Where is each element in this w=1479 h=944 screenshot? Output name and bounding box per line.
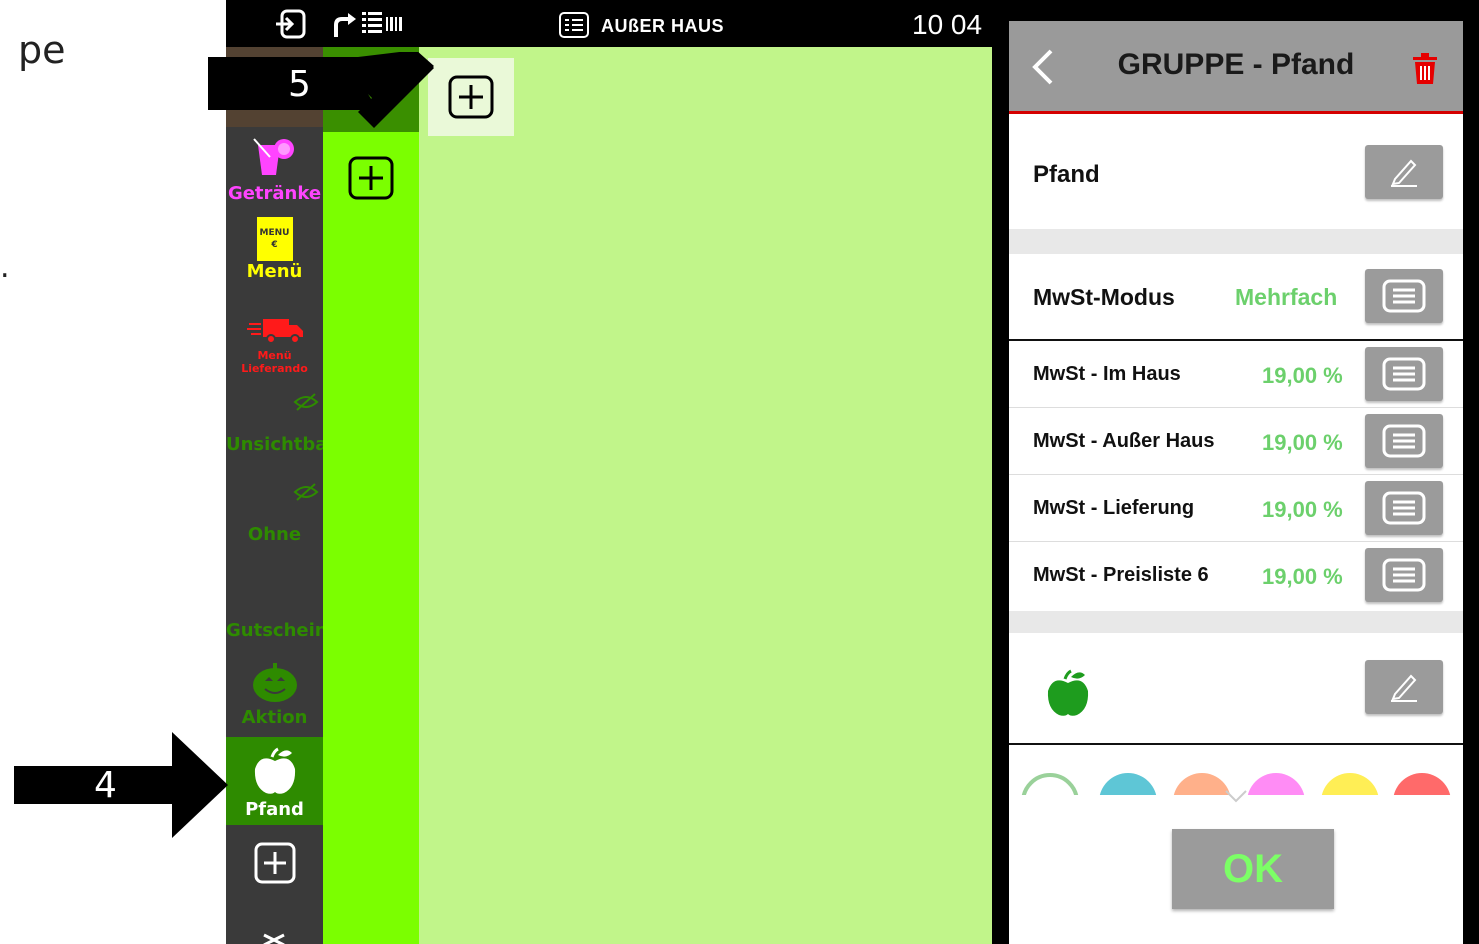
top-bar: AUßER HAUS 10 04	[226, 0, 992, 47]
dialog-title: GRUPPE - Pfand	[1117, 48, 1355, 81]
category-item-pfand[interactable]: Pfand	[226, 737, 323, 825]
menu-card-badge: MENU	[259, 228, 290, 238]
color-swatch-strip	[1009, 745, 1463, 795]
apple-icon	[1043, 669, 1093, 722]
category-label: Gutschein	[226, 620, 323, 641]
tax-select-button[interactable]	[1365, 548, 1443, 602]
tax-row-value: 19,00 %	[1262, 497, 1343, 522]
tax-select-button[interactable]	[1365, 481, 1443, 535]
pencil-icon	[1391, 674, 1417, 702]
dialog-header: GRUPPE - Pfand	[1009, 21, 1463, 114]
category-item-gutschein[interactable]: Gutschein	[226, 620, 323, 650]
delivery-truck-icon	[245, 319, 305, 349]
category-item-unsichtbar[interactable]: Unsichtbar	[226, 392, 323, 472]
order-mode-label[interactable]: AUßER HAUS	[601, 16, 724, 37]
color-swatch[interactable]	[1173, 773, 1231, 795]
close-icon[interactable]	[262, 931, 286, 944]
category-label: Getränke	[227, 183, 322, 204]
color-swatch[interactable]	[1321, 773, 1379, 795]
chevron-down-icon[interactable]	[1224, 789, 1248, 808]
list-icon	[1382, 279, 1426, 313]
tax-row-label: MwSt - Lieferung	[1033, 497, 1195, 519]
color-swatch[interactable]	[1393, 773, 1451, 795]
callout-number: 4	[94, 765, 117, 806]
separator	[1009, 229, 1463, 254]
menu-card-icon: MENU €	[256, 217, 293, 261]
edit-icon-button[interactable]	[1365, 660, 1443, 714]
color-swatch[interactable]	[1099, 773, 1157, 795]
callout-number: 5	[288, 64, 311, 105]
tax-row-im-haus: MwSt - Im Haus 19,00 %	[1009, 341, 1463, 408]
tax-select-button[interactable]	[1365, 347, 1443, 401]
mwst-mode-row: MwSt-Modus Mehrfach	[1009, 254, 1463, 339]
category-label: Pfand	[245, 799, 304, 820]
ok-button[interactable]: OK	[1172, 829, 1334, 909]
callout-arrow-5: 5	[208, 50, 434, 136]
tax-row-preisliste-6: MwSt - Preisliste 6 19,00 %	[1009, 542, 1463, 609]
pumpkin-icon	[251, 663, 299, 707]
category-sidebar: Getränke MENU € Menü Menü Lieferando Uns…	[226, 47, 323, 944]
category-item-menue[interactable]: MENU € Menü	[226, 217, 323, 297]
list-icon	[1382, 424, 1426, 458]
page-text-fragment: pe	[18, 28, 66, 72]
separator	[1009, 611, 1463, 633]
clock: 10 04	[912, 9, 983, 40]
category-item-getraenke[interactable]: Getränke	[226, 137, 323, 207]
category-item-aktion[interactable]: Aktion	[226, 661, 323, 737]
page-text-fragment-dot: .	[0, 250, 10, 285]
group-name: Pfand	[1033, 161, 1100, 188]
mwst-mode-select-button[interactable]	[1365, 269, 1443, 323]
tax-row-value: 19,00 %	[1262, 564, 1343, 589]
transfer-order-icon[interactable]	[332, 9, 408, 44]
menu-card-currency: €	[271, 240, 278, 250]
tax-row-lieferung: MwSt - Lieferung 19,00 %	[1009, 475, 1463, 542]
callout-arrow-4: 4	[14, 732, 228, 838]
category-label: Menü Lieferando	[241, 349, 308, 375]
edit-name-button[interactable]	[1365, 145, 1443, 199]
color-swatch[interactable]	[1021, 773, 1079, 795]
tax-row-label: MwSt - Preisliste 6	[1033, 564, 1209, 586]
tax-row-value: 19,00 %	[1262, 430, 1343, 455]
category-item-ohne[interactable]: Ohne	[226, 482, 323, 562]
add-subgroup-button[interactable]	[348, 156, 394, 205]
items-area	[419, 47, 992, 944]
category-item-menue-lieferando[interactable]: Menü Lieferando	[226, 315, 323, 377]
group-name-row: Pfand	[1009, 117, 1463, 229]
tax-row-label: MwSt - Im Haus	[1033, 363, 1181, 385]
list-icon	[1382, 491, 1426, 525]
trash-icon[interactable]	[1411, 53, 1439, 90]
pencil-icon	[1391, 159, 1417, 187]
category-label: Menü	[246, 261, 303, 282]
order-mode-icon[interactable]	[558, 11, 590, 44]
apple-icon	[226, 747, 323, 799]
list-icon	[1382, 558, 1426, 592]
category-label: Aktion	[241, 707, 308, 728]
add-item-button[interactable]	[428, 58, 514, 136]
list-icon	[1382, 357, 1426, 391]
mwst-mode-label: MwSt-Modus	[1033, 284, 1175, 310]
group-icon-row	[1009, 633, 1463, 743]
mwst-mode-value: Mehrfach	[1235, 284, 1338, 310]
pos-device-screen: AUßER HAUS 10 04 Getränke MENU € Menü Me…	[226, 0, 1479, 944]
add-category-button[interactable]	[254, 842, 296, 889]
subgroup-column	[323, 47, 419, 944]
logout-icon[interactable]	[274, 9, 308, 44]
hidden-eye-icon	[226, 392, 323, 416]
tax-row-label: MwSt - Außer Haus	[1033, 430, 1215, 452]
color-swatch[interactable]	[1247, 773, 1305, 795]
group-edit-dialog: GRUPPE - Pfand Pfand MwSt-Modus Mehrfach…	[1009, 21, 1463, 944]
tax-select-button[interactable]	[1365, 414, 1443, 468]
drink-icon	[250, 138, 300, 183]
tax-row-ausser-haus: MwSt - Außer Haus 19,00 %	[1009, 408, 1463, 475]
category-label: Unsichtbar	[226, 434, 323, 455]
hidden-eye-icon	[226, 482, 323, 506]
category-label: Ohne	[247, 524, 302, 545]
tax-row-value: 19,00 %	[1262, 363, 1343, 388]
